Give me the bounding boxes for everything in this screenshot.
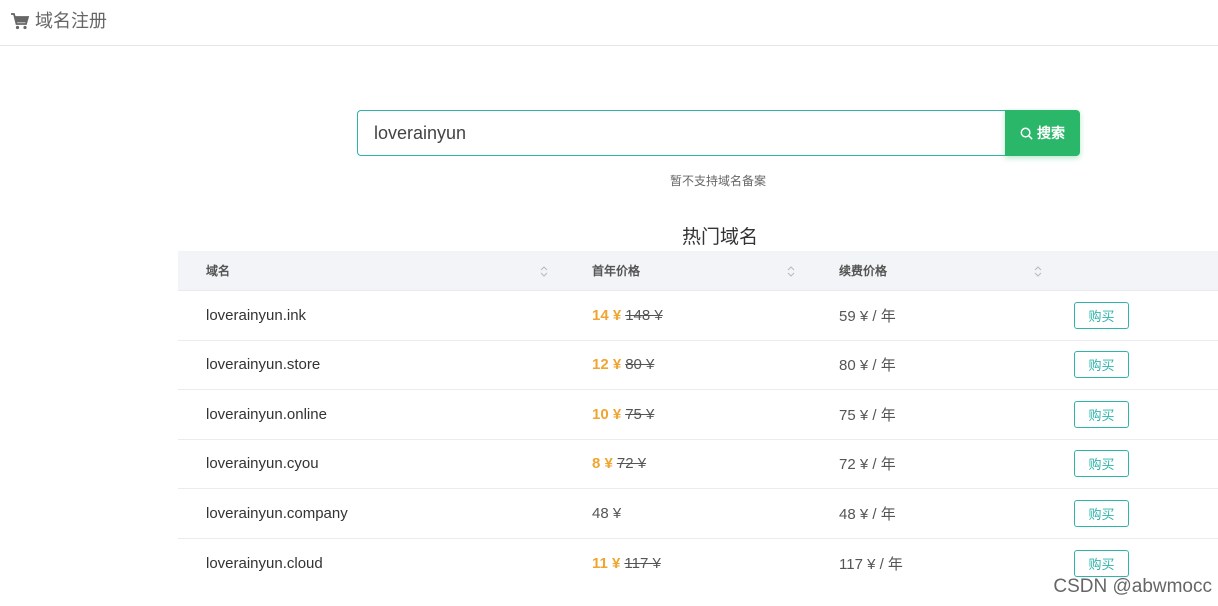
table-row: loverainyun.online 10 ¥ 75 ¥ 75 ¥ / 年 购买: [178, 390, 1218, 440]
column-label: 首年价格: [592, 264, 641, 278]
action-cell: 购买: [1058, 341, 1218, 390]
search-icon: [1020, 127, 1033, 139]
column-header-renewal-price[interactable]: 续费价格: [811, 251, 1058, 290]
buy-button[interactable]: 购买: [1074, 499, 1129, 527]
column-label: 域名: [206, 264, 231, 278]
page: 域名注册 搜索 暂不支持域名备案 热门域名 域名 首年价格: [0, 0, 1218, 606]
renewal-price: 72 ¥ / 年: [839, 456, 896, 474]
renewal-price: 48 ¥ / 年: [839, 505, 896, 523]
first-year-price: 48 ¥: [564, 489, 811, 538]
sort-icon[interactable]: [787, 265, 795, 278]
column-label: 续费价格: [839, 264, 888, 278]
search-bar: 搜索: [357, 110, 1080, 156]
discount-price: 11 ¥: [592, 554, 621, 572]
buy-button[interactable]: 购买: [1074, 301, 1129, 329]
original-price: 72 ¥: [616, 455, 647, 473]
original-price: 117 ¥: [624, 554, 661, 572]
renewal-price: 80 ¥ / 年: [839, 357, 896, 375]
action-cell: 购买: [1058, 390, 1218, 439]
domain-name: loverainyun.cloud: [206, 554, 323, 572]
original-price: 148 ¥: [625, 306, 663, 324]
first-year-price: 8 ¥ 72 ¥: [564, 440, 811, 489]
domain-name: loverainyun.online: [206, 405, 327, 423]
buy-button[interactable]: 购买: [1074, 351, 1129, 379]
sort-icon[interactable]: [1034, 265, 1042, 278]
first-year-price: 12 ¥ 80 ¥: [564, 341, 811, 390]
discount-price: 10 ¥: [592, 405, 622, 423]
renewal-price: 117 ¥ / 年: [839, 555, 903, 573]
table-row: loverainyun.cyou 8 ¥ 72 ¥ 72 ¥ / 年 购买: [178, 440, 1218, 489]
table-row: loverainyun.store 12 ¥ 80 ¥ 80 ¥ / 年 购买: [178, 341, 1218, 390]
renewal-price: 59 ¥ / 年: [839, 307, 896, 325]
action-cell: 购买: [1058, 489, 1218, 538]
regular-price: 48 ¥: [592, 504, 622, 522]
search-button[interactable]: 搜索: [1005, 110, 1080, 156]
discount-price: 12 ¥: [592, 356, 622, 374]
cart-icon: [11, 13, 30, 30]
domain-name: loverainyun.cyou: [206, 455, 319, 473]
action-cell: 购买: [1058, 291, 1218, 340]
discount-price: 14 ¥: [592, 306, 622, 324]
watermark: CSDN @abwmocc: [1053, 576, 1212, 597]
column-header-action: [1058, 251, 1218, 290]
page-title: 域名注册: [35, 11, 107, 31]
discount-price: 8 ¥: [592, 455, 613, 473]
hot-domains-table: 域名 首年价格 续费价格 loverainyun.ink 14 ¥ 148 ¥ …: [178, 251, 1218, 588]
search-button-label: 搜索: [1037, 125, 1065, 141]
column-header-first-year-price[interactable]: 首年价格: [564, 251, 811, 290]
hot-domains-title: 热门域名: [682, 227, 759, 248]
domain-name: loverainyun.store: [206, 356, 321, 374]
table-row: loverainyun.ink 14 ¥ 148 ¥ 59 ¥ / 年 购买: [178, 291, 1218, 341]
buy-button[interactable]: 购买: [1074, 549, 1129, 577]
buy-button[interactable]: 购买: [1074, 450, 1129, 478]
sort-icon[interactable]: [540, 265, 548, 278]
first-year-price: 11 ¥ 117 ¥: [564, 539, 811, 589]
renewal-price: 75 ¥ / 年: [839, 406, 896, 424]
domain-name: loverainyun.company: [206, 504, 348, 522]
original-price: 75 ¥: [625, 405, 655, 423]
original-price: 80 ¥: [625, 356, 655, 374]
first-year-price: 14 ¥ 148 ¥: [564, 291, 811, 340]
first-year-price: 10 ¥ 75 ¥: [564, 390, 811, 439]
domain-search-input[interactable]: [357, 110, 1005, 156]
filing-notice: 暂不支持域名备案: [670, 174, 767, 188]
table-header: 域名 首年价格 续费价格: [178, 251, 1218, 291]
table-row: loverainyun.company 48 ¥ 48 ¥ / 年 购买: [178, 489, 1218, 539]
domain-name: loverainyun.ink: [206, 306, 307, 324]
page-header: 域名注册: [0, 0, 1218, 46]
buy-button[interactable]: 购买: [1074, 400, 1129, 428]
action-cell: 购买: [1058, 440, 1218, 489]
column-header-domain[interactable]: 域名: [178, 251, 564, 290]
